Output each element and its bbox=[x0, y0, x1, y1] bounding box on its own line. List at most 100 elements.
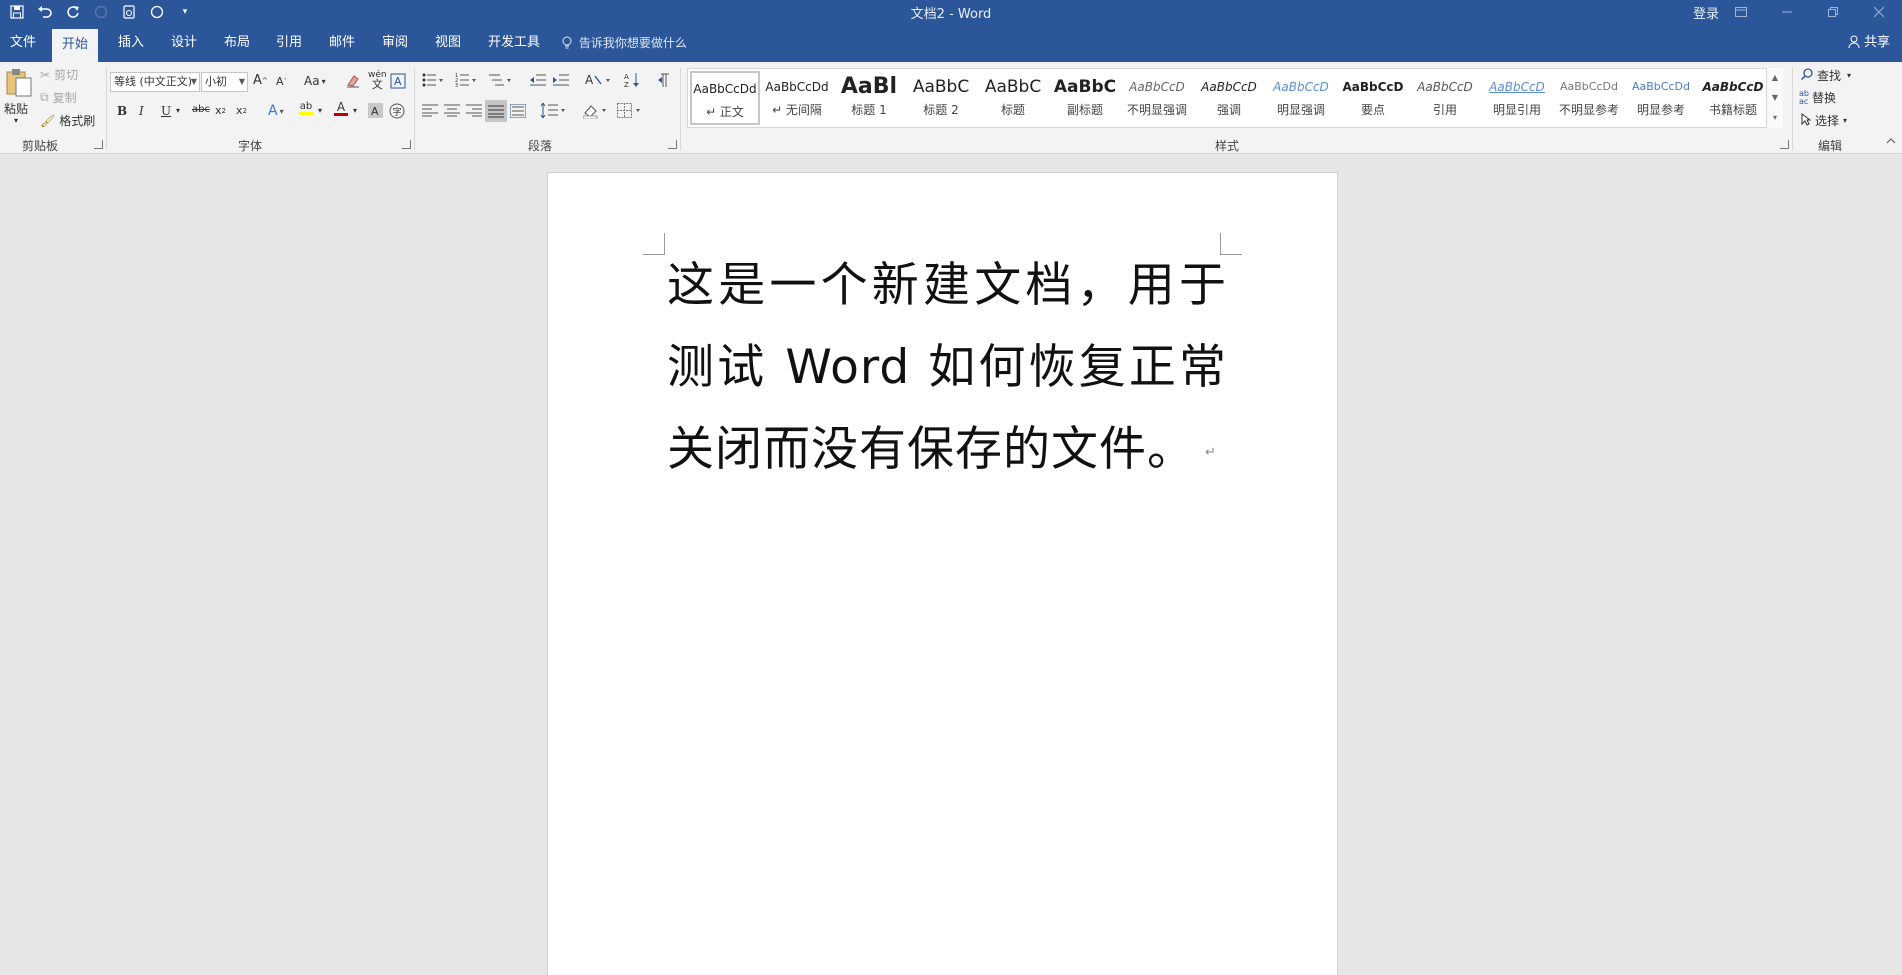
login-link[interactable]: 登录 bbox=[1693, 3, 1719, 22]
style-heading-2[interactable]: AaBbC 标题 2 bbox=[906, 71, 976, 125]
enclosed-character-icon[interactable]: 字 bbox=[389, 103, 405, 119]
document-page[interactable]: 这是一个新建文档，用于测试 Word 如何恢复正常关闭而没有保存的文件。 ↵ bbox=[547, 172, 1338, 975]
style-emphasis[interactable]: AaBbCcD 强调 bbox=[1194, 71, 1264, 125]
font-name-combo[interactable]: 等线 (中文正文) ▼ bbox=[110, 72, 200, 92]
style-quote[interactable]: AaBbCcD 引用 bbox=[1410, 71, 1480, 125]
font-size-combo[interactable]: 小初 ▼ bbox=[201, 72, 248, 92]
chinese-layout-icon[interactable]: A bbox=[585, 72, 611, 88]
text-effects-icon[interactable]: A ▾ bbox=[268, 103, 284, 119]
style-intense-quote[interactable]: AaBbCcD 明显引用 bbox=[1482, 71, 1552, 125]
share-button[interactable]: 共享 bbox=[1848, 24, 1890, 62]
underline-dropdown-icon[interactable]: ▾ bbox=[176, 106, 180, 115]
replace-button[interactable]: ab ac 替换 bbox=[1799, 89, 1836, 106]
underline-icon[interactable]: U bbox=[161, 104, 171, 118]
align-center-icon[interactable] bbox=[444, 104, 460, 117]
show-hide-marks-icon[interactable] bbox=[657, 72, 671, 88]
subscript-icon[interactable]: x2 bbox=[215, 104, 226, 117]
restore-icon[interactable] bbox=[1810, 0, 1856, 24]
phonetic-guide-icon[interactable]: wén 文 bbox=[368, 71, 387, 91]
grow-font-icon[interactable]: A ^ bbox=[253, 73, 268, 88]
style-subtle-reference[interactable]: AaBbCcDd 不明显参考 bbox=[1554, 71, 1624, 125]
strikethrough-icon[interactable]: abc bbox=[192, 104, 210, 115]
tell-me-box[interactable]: 告诉我你想要做什么 bbox=[562, 24, 687, 62]
tab-home[interactable]: 开始 bbox=[52, 29, 99, 62]
tab-view[interactable]: 视图 bbox=[425, 24, 471, 62]
svg-text:A: A bbox=[371, 105, 379, 118]
increase-indent-icon[interactable] bbox=[553, 73, 569, 87]
tab-design[interactable]: 设计 bbox=[161, 24, 207, 62]
style-sample: AaBbCcD bbox=[1273, 80, 1329, 94]
superscript-icon[interactable]: x2 bbox=[236, 104, 247, 117]
paste-icon[interactable] bbox=[6, 68, 32, 98]
shading-icon[interactable] bbox=[583, 103, 609, 119]
select-label: 选择 bbox=[1815, 114, 1840, 128]
tab-file[interactable]: 文件 bbox=[0, 24, 46, 62]
style-intense-emphasis[interactable]: AaBbCcD 明显强调 bbox=[1266, 71, 1336, 125]
clear-formatting-icon[interactable] bbox=[345, 73, 361, 89]
bullets-icon[interactable] bbox=[422, 73, 444, 87]
style-sample: AaBbCcD bbox=[1702, 80, 1764, 94]
find-button[interactable]: 查找 ▾ bbox=[1800, 67, 1851, 84]
highlight-icon[interactable]: ab bbox=[299, 102, 313, 115]
minimize-icon[interactable] bbox=[1764, 0, 1810, 24]
cut-button[interactable]: ✂ 剪切 bbox=[40, 66, 78, 83]
ribbon-display-options-icon[interactable] bbox=[1718, 0, 1764, 24]
format-painter-button[interactable]: 🖌 格式刷 bbox=[40, 112, 95, 129]
svg-text:A: A bbox=[624, 73, 629, 81]
style-title[interactable]: AaBbC 标题 bbox=[978, 71, 1048, 125]
multilevel-list-icon[interactable] bbox=[488, 73, 512, 87]
gallery-more-icon[interactable]: ▾ bbox=[1767, 108, 1783, 128]
change-case-icon[interactable]: Aa ▾ bbox=[304, 74, 326, 88]
align-right-icon[interactable] bbox=[466, 104, 482, 117]
align-left-icon[interactable] bbox=[422, 104, 438, 117]
bold-icon[interactable]: B bbox=[117, 104, 127, 118]
document-body[interactable]: 这是一个新建文档，用于测试 Word 如何恢复正常关闭而没有保存的文件。 ↵ bbox=[667, 245, 1227, 494]
gallery-down-icon[interactable]: ▼ bbox=[1767, 88, 1783, 108]
highlight-dropdown-icon[interactable]: ▾ bbox=[318, 106, 322, 115]
clipboard-launcher-icon[interactable] bbox=[94, 140, 103, 149]
font-color-dropdown-icon[interactable]: ▾ bbox=[353, 106, 357, 115]
tab-mailings[interactable]: 邮件 bbox=[319, 24, 365, 62]
style-strong[interactable]: AaBbCcD 要点 bbox=[1338, 71, 1408, 125]
select-button[interactable]: 选择 ▾ bbox=[1801, 112, 1847, 129]
style-heading-1[interactable]: AaBl 标题 1 bbox=[834, 71, 904, 125]
distributed-icon[interactable] bbox=[510, 104, 526, 118]
shrink-font-icon[interactable]: Aˇ bbox=[276, 75, 287, 88]
sort-icon[interactable]: AZ bbox=[624, 72, 642, 88]
style-name: ↵ 无间隔 bbox=[772, 103, 822, 117]
tab-layout[interactable]: 布局 bbox=[214, 24, 260, 62]
tab-insert[interactable]: 插入 bbox=[108, 24, 154, 62]
style-book-title[interactable]: AaBbCcD 书籍标题 bbox=[1698, 71, 1768, 125]
style-sample: AaBbC bbox=[984, 77, 1042, 97]
line-spacing-icon[interactable] bbox=[540, 103, 566, 118]
group-separator bbox=[1792, 68, 1793, 150]
copy-button[interactable]: ⧉ 复制 bbox=[40, 89, 77, 106]
borders-icon[interactable] bbox=[617, 103, 643, 118]
collapse-ribbon-icon[interactable] bbox=[1886, 136, 1896, 147]
tab-review[interactable]: 审阅 bbox=[372, 24, 418, 62]
tab-developer[interactable]: 开发工具 bbox=[478, 24, 550, 62]
styles-launcher-icon[interactable] bbox=[1780, 140, 1789, 149]
tab-references[interactable]: 引用 bbox=[266, 24, 312, 62]
style-name: ↵ 正文 bbox=[706, 105, 744, 119]
style-intense-reference[interactable]: AaBbCcDd 明显参考 bbox=[1626, 71, 1696, 125]
paste-button[interactable]: 粘贴 bbox=[4, 100, 28, 117]
svg-text:Z: Z bbox=[624, 81, 629, 88]
paste-dropdown-icon[interactable]: ▾ bbox=[14, 116, 18, 125]
title-bar: ▾ 文档2 - Word 登录 bbox=[0, 0, 1902, 24]
decrease-indent-icon[interactable] bbox=[530, 73, 546, 87]
character-shading-icon[interactable]: A bbox=[368, 103, 383, 118]
gallery-up-icon[interactable]: ▲ bbox=[1767, 68, 1783, 88]
numbering-icon[interactable]: 123 bbox=[455, 73, 477, 87]
justify-icon[interactable] bbox=[485, 100, 507, 122]
style-no-spacing[interactable]: AaBbCcDd ↵ 无间隔 bbox=[762, 71, 832, 125]
style-normal[interactable]: AaBbCcDd ↵ 正文 bbox=[690, 71, 760, 125]
style-subtitle[interactable]: AaBbC 副标题 bbox=[1050, 71, 1120, 125]
character-border-icon[interactable]: A bbox=[390, 73, 406, 89]
italic-icon[interactable]: I bbox=[139, 104, 144, 118]
close-icon[interactable] bbox=[1856, 0, 1902, 24]
paragraph-launcher-icon[interactable] bbox=[668, 140, 677, 149]
font-launcher-icon[interactable] bbox=[402, 140, 411, 149]
font-color-icon[interactable]: A bbox=[334, 101, 348, 116]
style-subtle-emphasis[interactable]: AaBbCcD 不明显强调 bbox=[1122, 71, 1192, 125]
